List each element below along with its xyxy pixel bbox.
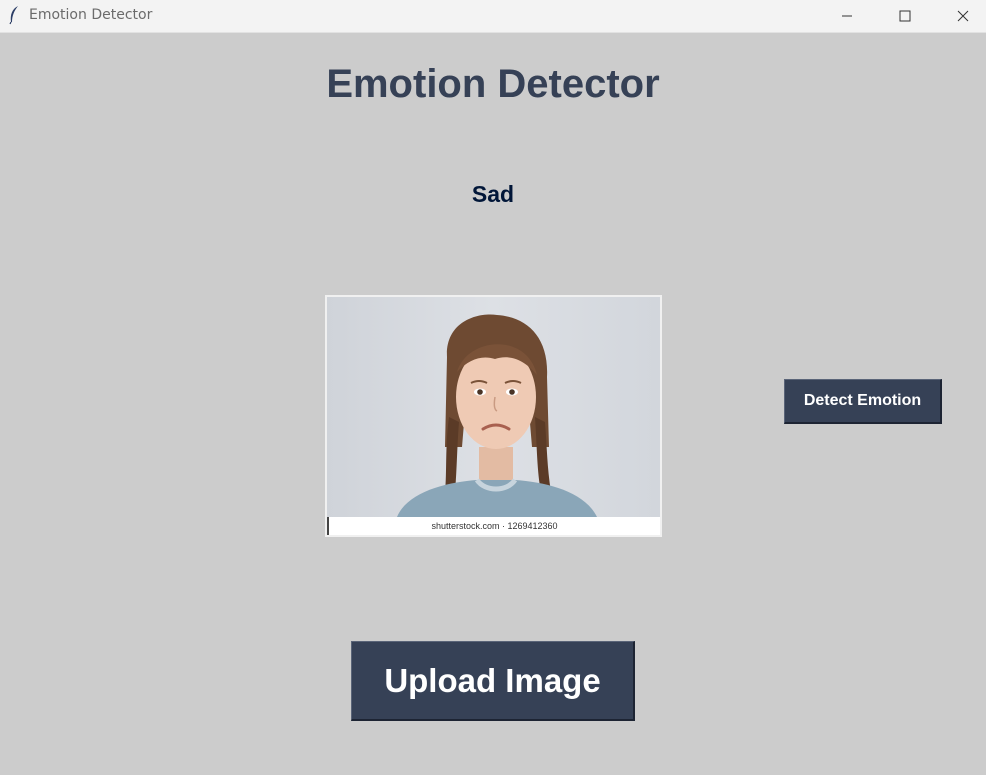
close-button[interactable] <box>934 0 986 32</box>
window-title: Emotion Detector <box>29 7 153 23</box>
detect-emotion-button[interactable]: Detect Emotion <box>784 379 942 424</box>
page-title: Emotion Detector <box>326 62 660 106</box>
upload-image-button[interactable]: Upload Image <box>351 641 635 721</box>
face-photo <box>327 297 660 517</box>
app-window: Emotion Detector Emotion Detector Sad sh… <box>0 0 986 775</box>
emotion-result-label: Sad <box>471 181 515 207</box>
minimize-icon <box>841 10 853 22</box>
image-watermark: shutterstock.com · 1269412360 <box>327 517 660 535</box>
uploaded-image: shutterstock.com · 1269412360 <box>325 295 662 537</box>
feather-icon <box>8 5 20 25</box>
title-bar[interactable]: Emotion Detector <box>0 0 986 33</box>
minimize-button[interactable] <box>818 0 876 32</box>
maximize-button[interactable] <box>876 0 934 32</box>
maximize-icon <box>899 10 911 22</box>
close-icon <box>957 10 969 22</box>
